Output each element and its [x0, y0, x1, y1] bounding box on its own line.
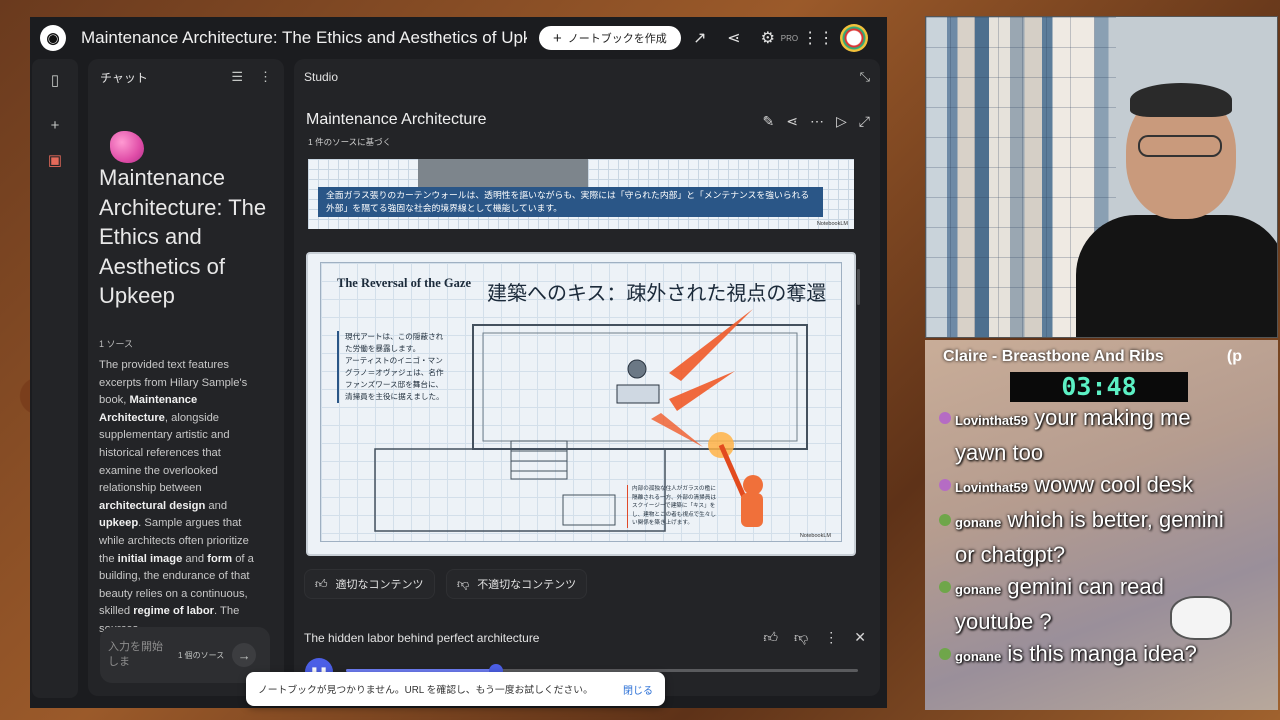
studio-panel-title: Studio — [304, 70, 339, 84]
tune-icon[interactable]: ☰ — [231, 69, 243, 85]
settings-gear-icon[interactable]: ⚙ — [753, 28, 783, 48]
chat-panel-header: チャット ☰ ⋮ — [88, 59, 284, 95]
toast-message: ノートブックが見つかりません。URL を確認し、もう一度お試しください。 — [258, 685, 593, 696]
good-content-button[interactable]: 👍︎ 適切なコンテンツ — [304, 569, 435, 599]
notebook-summary: The provided text features excerpts from… — [99, 359, 254, 635]
studio-panel: Studio ⤡ Maintenance Architecture 1 件のソー… — [294, 59, 880, 696]
chat-input-source-count: 1 個のソース — [178, 650, 225, 660]
slide-deck-toolbar: ✎ ⋖ ⋯ ▷ ⤢ — [763, 113, 870, 130]
share-icon[interactable]: ⋖ — [719, 28, 749, 48]
chat-username: Lovinthat59 — [955, 480, 1028, 495]
more-horiz-icon[interactable]: ⋯ — [810, 113, 824, 130]
chat-message: gonane which is better, gemini or chatgp… — [935, 504, 1235, 571]
good-content-label: 適切なコンテンツ — [335, 579, 424, 591]
present-play-icon[interactable]: ▷ — [836, 113, 847, 130]
chat-username: gonane — [955, 515, 1002, 530]
bad-content-label: 不適切なコンテンツ — [477, 579, 577, 591]
slide-annotation: 内部の孤独な住人がガラスの檻に隔離される一方、外部の清掃員はスクイージーで建築に… — [627, 485, 721, 528]
send-arrow-icon[interactable]: → — [232, 643, 257, 667]
audio-overview-title: The hidden labor behind perfect architec… — [304, 631, 540, 645]
pro-badge: PRO — [780, 33, 799, 43]
more-vert-icon[interactable]: ⋮ — [824, 629, 838, 646]
bad-content-button[interactable]: 👎︎ 不適切なコンテンツ — [446, 569, 588, 599]
toast-close-button[interactable]: 閉じる — [623, 682, 653, 697]
user-badge-icon — [939, 648, 951, 660]
slide-blueprint: The Reversal of the Gaze 建築へのキス：疎外された視点の… — [320, 262, 842, 542]
notebooklm-window: ◉ Maintenance Architecture: The Ethics a… — [30, 17, 887, 708]
notebook-title[interactable]: Maintenance Architecture: The Ethics and… — [81, 28, 527, 48]
chat-panel: チャット ☰ ⋮ Maintenance Architecture: The E… — [88, 59, 336, 696]
studio-scrollbar[interactable] — [857, 269, 860, 305]
chat-message: Lovinthat59 woww cool desk — [935, 469, 1235, 504]
webcam-feed — [925, 16, 1278, 338]
slide-body-text: 現代アートは、この隠蔽された労働を暴露します。 アーティストのイニゴ・マングラノ… — [337, 331, 449, 403]
source-count: 1 ソース — [99, 339, 134, 349]
chat-username: Lovinthat59 — [955, 413, 1028, 428]
more-vert-icon[interactable]: ⋮ — [259, 69, 272, 85]
stream-chat-overlay: Claire - Breastbone And Ribs (p 03:48 Lo… — [925, 340, 1278, 710]
slide-deck-subtitle: 1 件のソースに基づく — [308, 137, 392, 147]
notebook-emoji-icon — [110, 131, 144, 163]
notebooklm-logo-icon[interactable]: ◉ — [40, 25, 66, 51]
add-source-icon[interactable]: + — [32, 117, 78, 139]
now-playing-song: Claire - Breastbone And Ribs — [943, 348, 1164, 365]
user-badge-icon — [939, 581, 951, 593]
chat-text: is this manga idea? — [1001, 641, 1197, 666]
streamer-glasses — [1138, 135, 1222, 157]
edit-pencil-icon[interactable]: ✎ — [763, 113, 775, 130]
now-playing-extra: (p — [1226, 348, 1242, 365]
close-icon[interactable]: ✕ — [854, 629, 866, 646]
fullscreen-icon[interactable]: ⤢ — [859, 113, 870, 130]
slide-watermark: NotebookLM — [816, 221, 848, 227]
thumbs-down-icon: 👎︎ — [457, 576, 470, 591]
user-badge-icon — [939, 479, 951, 491]
thumbs-up-icon: 👍︎ — [315, 576, 328, 591]
chat-username: gonane — [955, 582, 1002, 597]
chat-message: Lovinthat59 your making me yawn too — [935, 402, 1235, 469]
thumbs-down-icon[interactable]: 👎︎ — [794, 629, 808, 646]
account-avatar[interactable] — [840, 24, 869, 52]
create-notebook-button[interactable]: + ノートブックを作成 — [539, 26, 681, 50]
collapse-icon[interactable]: ⤡ — [860, 69, 870, 85]
chat-username: gonane — [955, 649, 1002, 664]
error-toast: ノートブックが見つかりません。URL を確認し、もう一度お試しください。 閉じる — [246, 672, 665, 706]
slide-deck-title: Maintenance Architecture — [306, 111, 487, 128]
chat-text: woww cool desk — [1027, 472, 1194, 497]
chat-messages: Lovinthat59 your making me yawn too Lovi… — [935, 402, 1235, 673]
slide-watermark: NotebookLM — [799, 533, 831, 539]
pdf-source-icon[interactable]: ▣ — [32, 151, 78, 173]
slide-body-text-2: アーティストのイニゴ・マングラノ＝オヴァジェは、名作ファンズワース邸を舞台に、清… — [345, 356, 444, 401]
sidebar-toggle-icon[interactable]: ▯ — [32, 71, 78, 93]
plus-icon: + — [553, 29, 562, 47]
slide-photo-strip — [418, 159, 588, 187]
analytics-icon[interactable]: ↗ — [685, 28, 715, 48]
slide-body-text-1: 現代アートは、この隠蔽された労働を暴露します。 — [345, 332, 444, 353]
slide-caption: 全面ガラス張りのカーテンウォールは、透明性を謳いながらも、実際には「守られた内部… — [318, 187, 823, 217]
chat-input-box[interactable]: 入力を開始しま 1 個のソース → — [100, 627, 270, 683]
chat-input-placeholder[interactable]: 入力を開始しま — [108, 640, 168, 670]
chat-panel-title: チャット — [100, 70, 148, 85]
notebook-doc-title: Maintenance Architecture: The Ethics and… — [99, 165, 267, 308]
top-bar: ◉ Maintenance Architecture: The Ethics a… — [30, 17, 887, 59]
user-badge-icon — [939, 412, 951, 424]
thumbs-up-icon[interactable]: 👍︎ — [763, 629, 778, 646]
slide-title-japanese: 建築へのキス：疎外された視点の奪還 — [487, 281, 827, 305]
slide-thumbnail-1[interactable]: 全面ガラス張りのカーテンウォールは、透明性を謳いながらも、実際には「守られた内部… — [308, 159, 854, 229]
stream-timer: 03:48 — [1010, 372, 1188, 402]
streamer-torso — [1076, 215, 1277, 337]
slide-title-english: The Reversal of the Gaze — [337, 276, 471, 290]
user-badge-icon — [939, 514, 951, 526]
chat-message: gonane gemini can read youtube ? — [935, 571, 1235, 638]
left-rail: ▯ + ▣ — [32, 59, 78, 698]
studio-panel-header: Studio ⤡ — [294, 59, 880, 95]
slide-thumbnail-2[interactable]: The Reversal of the Gaze 建築へのキス：疎外された視点の… — [306, 252, 856, 556]
chat-message: gonane is this manga idea? — [935, 638, 1235, 673]
share-icon[interactable]: ⋖ — [786, 113, 798, 130]
streamer-hair — [1130, 83, 1232, 117]
audio-toolbar: 👍︎ 👎︎ ⋮ ✕ — [763, 629, 866, 646]
create-notebook-label: ノートブックを作成 — [567, 33, 667, 45]
apps-grid-icon[interactable]: ⋮⋮ — [802, 28, 834, 48]
